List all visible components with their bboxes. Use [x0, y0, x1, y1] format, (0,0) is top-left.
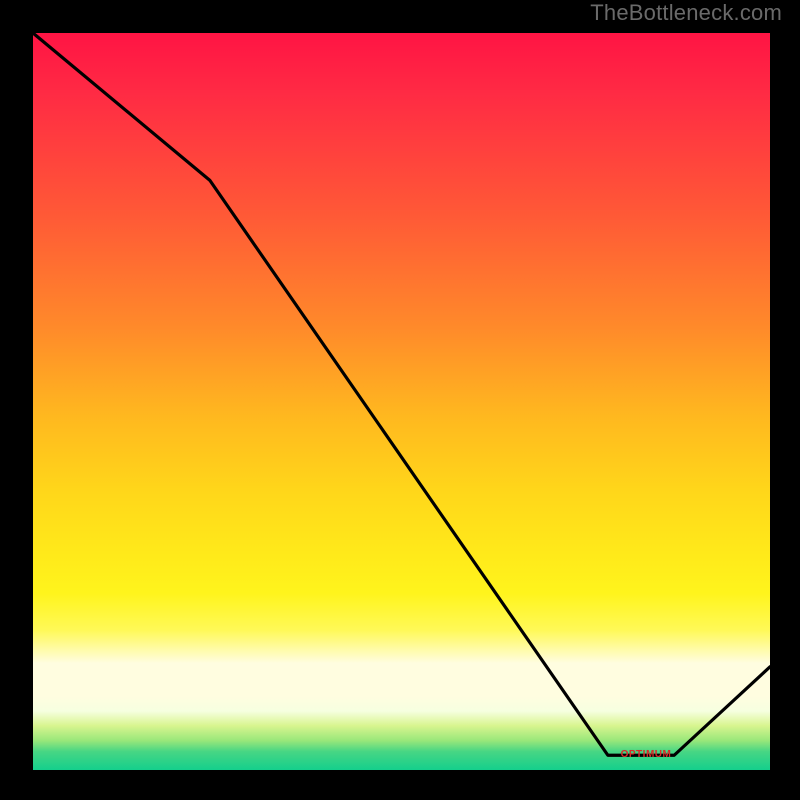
chart-frame: TheBottleneck.com OPTIMUM [0, 0, 800, 800]
optimum-label: OPTIMUM [621, 749, 672, 760]
watermark-text: TheBottleneck.com [590, 0, 782, 26]
plot-area: OPTIMUM [30, 30, 773, 773]
bottleneck-line [33, 33, 770, 770]
